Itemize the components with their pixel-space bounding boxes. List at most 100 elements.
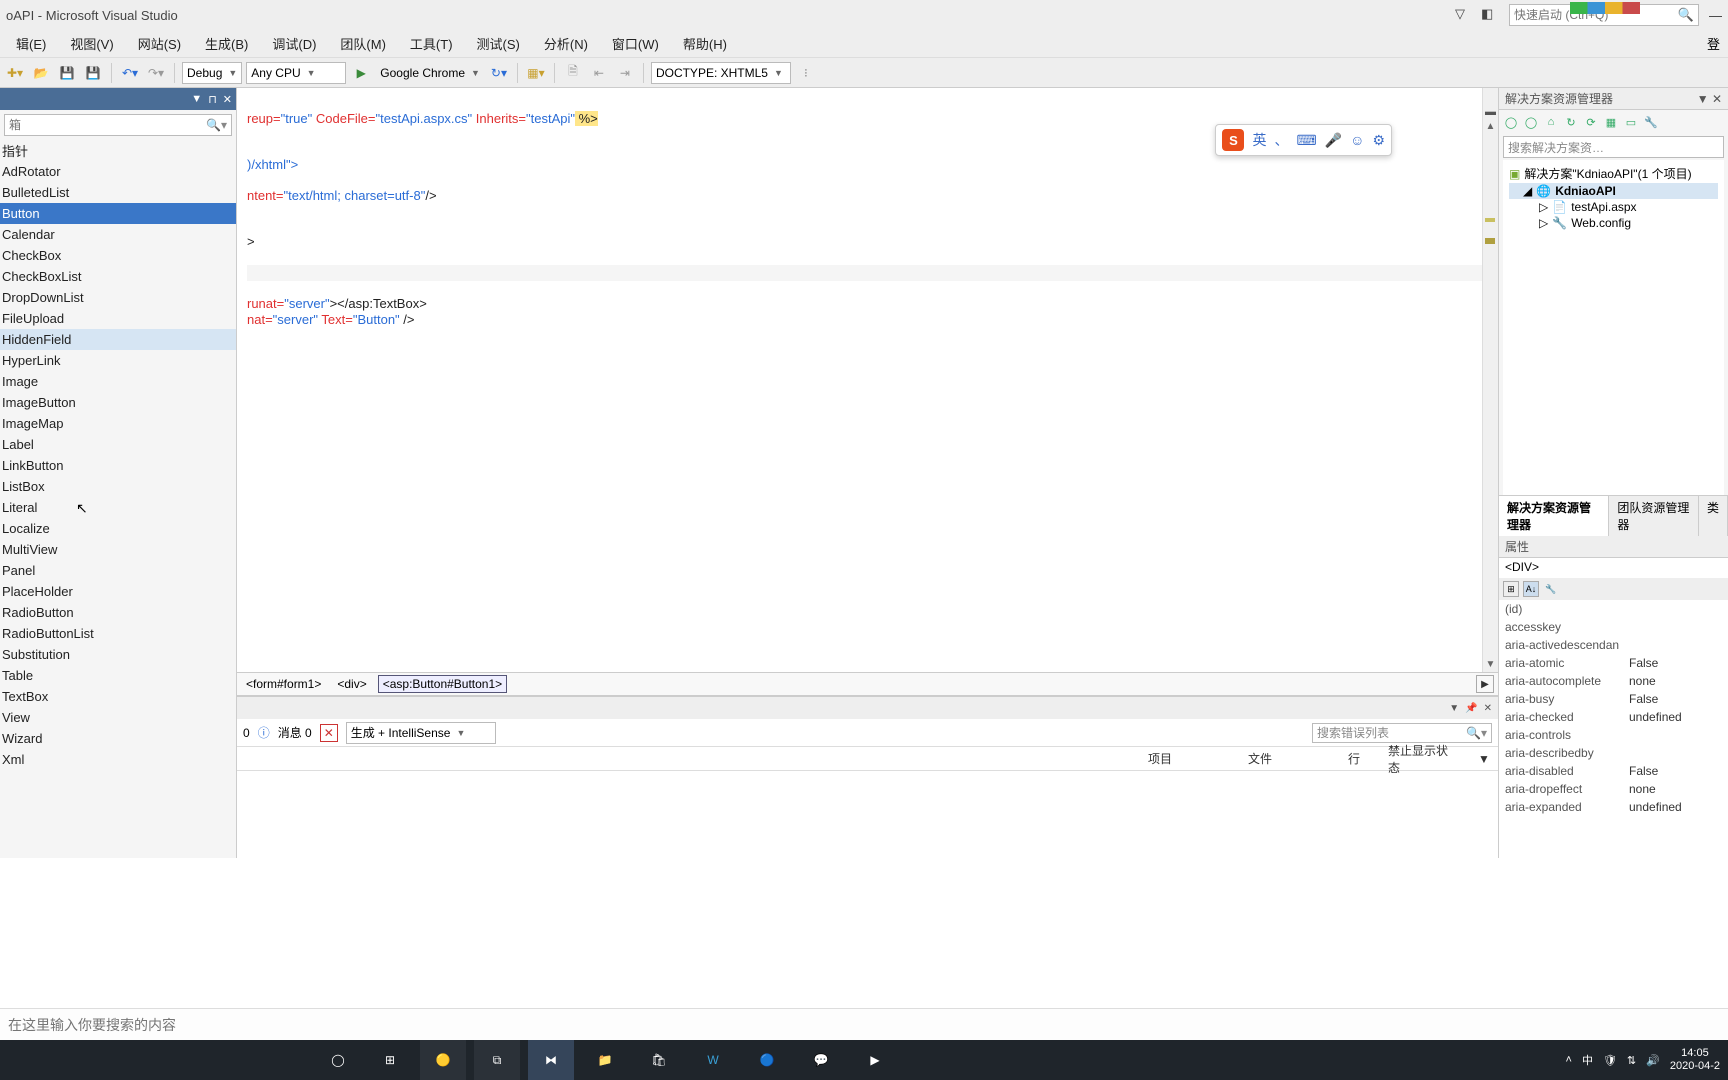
vscode-icon[interactable]: ⧉ <box>474 1040 520 1080</box>
col-project[interactable]: 项目 <box>1138 750 1238 767</box>
tb-item-xml[interactable]: Xml <box>0 749 236 770</box>
refresh-icon[interactable]: ↻▾ <box>488 62 510 84</box>
tb-item-linkbutton[interactable]: LinkButton <box>0 455 236 476</box>
menu-view[interactable]: 视图(V) <box>58 30 125 57</box>
new-item-icon[interactable]: 🗎 <box>562 62 584 84</box>
notifications-icon[interactable]: ◧ <box>1481 6 1499 24</box>
tree-project[interactable]: ◢🌐KdniaoAPI <box>1509 183 1718 199</box>
tb-item-checkboxlist[interactable]: CheckBoxList <box>0 266 236 287</box>
tree-file-webconfig[interactable]: ▷🔧Web.config <box>1509 215 1718 231</box>
pin-icon[interactable]: 📌 <box>1465 703 1477 714</box>
tb-item-imagemap[interactable]: ImageMap <box>0 413 236 434</box>
menu-website[interactable]: 网站(S) <box>126 30 193 57</box>
editor-scrollbar[interactable]: ▲ ▬ ▼ <box>1482 88 1498 672</box>
play-icon[interactable]: ▶ <box>350 62 372 84</box>
prop-row[interactable]: aria-dropeffectnone <box>1499 780 1728 798</box>
alphabetical-icon[interactable]: A↓ <box>1523 581 1539 597</box>
tb-item-literal[interactable]: Literal <box>0 497 236 518</box>
login-label[interactable]: 登 <box>1707 34 1724 53</box>
menu-build[interactable]: 生成(B) <box>193 30 260 57</box>
wps-icon[interactable]: W <box>690 1040 736 1080</box>
ime-emoji-icon[interactable]: ☺ <box>1350 132 1364 148</box>
prop-row[interactable]: aria-checkedundefined <box>1499 708 1728 726</box>
sogou-logo-icon[interactable]: S <box>1222 129 1244 151</box>
prop-row[interactable]: aria-activedescendan <box>1499 636 1728 654</box>
save-all-icon[interactable]: 💾 <box>82 62 104 84</box>
collapse-icon[interactable]: ▦ <box>1603 114 1619 130</box>
prop-row[interactable]: aria-disabledFalse <box>1499 762 1728 780</box>
tb-item-substitution[interactable]: Substitution <box>0 644 236 665</box>
tb-item-calendar[interactable]: Calendar <box>0 224 236 245</box>
menu-team[interactable]: 团队(M) <box>328 30 398 57</box>
scroll-up-icon[interactable]: ▲ <box>1483 118 1498 134</box>
dropdown-icon[interactable]: ▼ <box>1449 703 1459 714</box>
visual-studio-icon[interactable]: ⧓ <box>528 1040 574 1080</box>
split-icon[interactable]: ▬ <box>1485 106 1496 118</box>
tb-item-textbox[interactable]: TextBox <box>0 686 236 707</box>
search-icon[interactable]: 🔍 <box>1678 7 1694 23</box>
tb-item-wizard[interactable]: Wizard <box>0 728 236 749</box>
filter-icon[interactable]: ▽ <box>1455 6 1473 24</box>
menu-analyze[interactable]: 分析(N) <box>532 30 600 57</box>
task-view-icon[interactable]: ⊞ <box>368 1040 412 1080</box>
tb-item-pointer[interactable]: 指针 <box>0 140 236 161</box>
player-icon[interactable]: ▶ <box>852 1040 898 1080</box>
toolbox-search-input[interactable] <box>9 118 206 132</box>
open-icon[interactable]: 📂 <box>30 62 52 84</box>
prop-row[interactable]: aria-autocompletenone <box>1499 672 1728 690</box>
dropdown-icon[interactable]: ▼ <box>191 93 202 105</box>
tb-item-view[interactable]: View <box>0 707 236 728</box>
volume-icon[interactable]: 🔊 <box>1646 1054 1660 1067</box>
tb-item-adrotator[interactable]: AdRotator <box>0 161 236 182</box>
bc-nav-icon[interactable]: ▶ <box>1476 675 1494 693</box>
ime-keyboard-icon[interactable]: ⌨ <box>1296 132 1316 149</box>
tb-item-listbox[interactable]: ListBox <box>0 476 236 497</box>
prop-row[interactable]: accesskey <box>1499 618 1728 636</box>
menu-window[interactable]: 窗口(W) <box>600 30 671 57</box>
menu-tools[interactable]: 工具(T) <box>398 30 465 57</box>
tab-class-view[interactable]: 类 <box>1699 496 1728 536</box>
ime-lang[interactable]: 英 <box>1252 130 1266 150</box>
prop-row[interactable]: aria-describedby <box>1499 744 1728 762</box>
showall-icon[interactable]: ▭ <box>1623 114 1639 130</box>
tb-item-localize[interactable]: Localize <box>0 518 236 539</box>
menu-debug[interactable]: 调试(D) <box>260 30 328 57</box>
tb-item-hiddenfield[interactable]: HiddenField <box>0 329 236 350</box>
code-editor[interactable]: reup="true" CodeFile="testApi.aspx.cs" I… <box>237 88 1498 672</box>
toolbox-search[interactable]: 🔍▾ <box>4 114 232 136</box>
tree-file-testapi[interactable]: ▷📄testApi.aspx <box>1509 199 1718 215</box>
tb-item-label[interactable]: Label <box>0 434 236 455</box>
back-icon[interactable]: ◯ <box>1503 114 1519 130</box>
tb-item-multiview[interactable]: MultiView <box>0 539 236 560</box>
tb-item-fileupload[interactable]: FileUpload <box>0 308 236 329</box>
windows-search-bar[interactable] <box>0 1008 1728 1040</box>
categorized-icon[interactable]: ⊞ <box>1503 581 1519 597</box>
ime-punct-icon[interactable]: 、 <box>1274 130 1288 150</box>
run-target-dropdown[interactable]: Google Chrome▼ <box>376 62 484 84</box>
windows-search-input[interactable] <box>8 1017 1720 1033</box>
build-mode-dropdown[interactable]: 生成 + IntelliSense▼ <box>346 722 496 744</box>
scroll-down-icon[interactable]: ▼ <box>1483 656 1498 672</box>
minimize-icon[interactable]: — <box>1709 8 1722 23</box>
redo-icon[interactable]: ↷▾ <box>145 62 167 84</box>
message-count[interactable]: 消息 0 <box>278 724 312 741</box>
config-dropdown[interactable]: Debug▼ <box>182 62 242 84</box>
close-icon[interactable]: ✕ <box>223 93 232 106</box>
tb-item-panel[interactable]: Panel <box>0 560 236 581</box>
new-file-icon[interactable]: ✚▾ <box>4 62 26 84</box>
tb-item-radiobutton[interactable]: RadioButton <box>0 602 236 623</box>
file-explorer-icon[interactable]: 📁 <box>582 1040 628 1080</box>
tb-item-checkbox[interactable]: CheckBox <box>0 245 236 266</box>
close-icon[interactable]: ✕ <box>1484 703 1492 714</box>
close-icon[interactable]: ✕ <box>1712 92 1722 106</box>
store-icon[interactable]: 🛍 <box>636 1040 682 1080</box>
tb-item-image[interactable]: Image <box>0 371 236 392</box>
ime-tray-icon[interactable]: 中 <box>1582 1052 1593 1068</box>
chrome-icon[interactable]: 🟡 <box>420 1040 466 1080</box>
tree-solution[interactable]: ▣解决方案"KdniaoAPI"(1 个项目) <box>1509 164 1718 183</box>
properties-icon[interactable]: 🔧 <box>1643 114 1659 130</box>
bc-button[interactable]: <asp:Button#Button1> <box>378 675 507 693</box>
refresh-icon[interactable]: ⟳ <box>1583 114 1599 130</box>
platform-dropdown[interactable]: Any CPU▼ <box>246 62 346 84</box>
dropdown-icon[interactable]: ▼ <box>1697 92 1709 106</box>
